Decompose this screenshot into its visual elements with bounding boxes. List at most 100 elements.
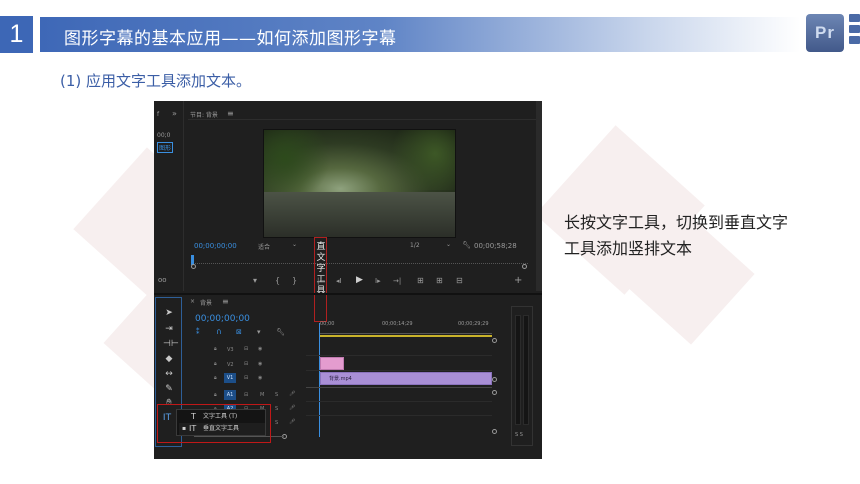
selection-tool-icon[interactable]: ➤ (163, 307, 175, 319)
ruler-label: 00;00 (320, 321, 335, 327)
vertical-text: 直文字工具 (316, 242, 326, 296)
track-lane-divider (306, 387, 492, 388)
timeline-scroll-handle[interactable] (492, 429, 497, 434)
video-preview[interactable] (263, 129, 456, 238)
work-area-bar[interactable] (320, 335, 492, 337)
video-ground (264, 192, 455, 237)
play-button[interactable]: ▶ (356, 275, 363, 285)
track-lane-divider (306, 415, 492, 416)
audio-meter-solo-label[interactable]: S S (515, 432, 523, 438)
left-panel-chevron-icon[interactable]: f (157, 111, 159, 118)
ripple-edit-tool-icon[interactable]: ⊣⊢ (163, 338, 179, 350)
ruler-label: 00;00;14;29 (382, 321, 413, 327)
timeline-close-icon[interactable]: × (190, 298, 195, 305)
sync-lock-icon[interactable]: ⊟ (244, 375, 248, 381)
timeline-scroll-handle[interactable] (492, 390, 497, 395)
premiere-logo-icon: Pr (806, 14, 844, 52)
video-clip[interactable]: 背景.mp4 (320, 372, 492, 385)
program-panel-title[interactable]: 节目: 背景 (190, 110, 218, 119)
mic-icon[interactable]: 🎤︎ (289, 391, 295, 397)
instruction-caption: 长按文字工具，切换到垂直文字工具添加竖排文本 (564, 213, 789, 258)
linked-selection-icon[interactable]: ⊠ (236, 328, 242, 336)
audio-meter-channel (515, 315, 521, 425)
mic-icon[interactable]: 🎤︎ (289, 419, 295, 425)
razor-tool-icon[interactable]: ◆ (163, 353, 175, 365)
resolution-chevron-icon[interactable]: ⌄ (446, 241, 451, 248)
slip-tool-icon[interactable]: ↔ (163, 368, 175, 380)
left-panel-code: 00;0 (157, 132, 171, 139)
lift-button[interactable]: ⊞ (417, 276, 424, 285)
step-subtitle: (1) 应用文字工具添加文本。 (60, 72, 252, 90)
solo-button[interactable]: S (275, 406, 278, 412)
extract-button[interactable]: ⊞ (436, 276, 443, 285)
scroll-handle-right[interactable] (522, 264, 527, 269)
link-icon[interactable]: oo (158, 276, 167, 284)
program-timecode[interactable]: 00;00;00;00 (194, 242, 237, 250)
go-to-in-button[interactable]: |← (317, 277, 325, 285)
add-button[interactable]: + (514, 275, 522, 286)
solo-button[interactable]: S (275, 392, 278, 398)
lower-divider (154, 293, 542, 295)
panel-menu-icon[interactable]: ≡ (227, 109, 234, 118)
snap-icon[interactable]: ∩ (216, 327, 222, 336)
step-forward-button[interactable]: I▸ (375, 277, 381, 285)
timeline-title[interactable]: 背景 (200, 298, 212, 307)
wrench-icon[interactable]: 🔧︎ (462, 241, 471, 249)
mark-in-button[interactable]: { (275, 276, 280, 285)
mark-out-button[interactable]: } (292, 276, 297, 285)
export-frame-button[interactable]: ⊟ (456, 276, 463, 285)
sync-lock-icon[interactable]: ⊟ (244, 392, 248, 398)
lock-icon[interactable]: 🔒︎ (214, 361, 217, 367)
left-panel-thumb[interactable]: 图形 (157, 142, 174, 153)
pen-tool-icon[interactable]: ✎ (163, 383, 175, 395)
decorative-stripes (849, 14, 860, 54)
lock-icon[interactable]: 🔒︎ (214, 375, 217, 381)
timeline-scroll-handle[interactable] (492, 377, 497, 382)
program-panel-border (188, 119, 536, 120)
resolution-dropdown[interactable]: 1/2 (410, 242, 420, 249)
right-panel-edge (536, 101, 542, 291)
nest-icon[interactable]: ⁑ (196, 328, 200, 336)
graphic-clip[interactable] (320, 357, 344, 370)
settings-wrench-icon[interactable]: 🔧︎ (276, 328, 285, 336)
lock-icon[interactable]: 🔒︎ (214, 392, 217, 398)
ruler-label: 00;00;29;29 (458, 321, 489, 327)
fit-dropdown[interactable]: 适合 (258, 242, 270, 251)
track-name: V3 (227, 347, 234, 353)
fit-dropdown-chevron-icon[interactable]: ⌄ (292, 241, 297, 248)
step-back-button[interactable]: ◂I (336, 277, 342, 285)
scrub-bar[interactable] (192, 258, 528, 264)
track-target-a1[interactable]: A1 (224, 390, 236, 400)
double-chevron-icon[interactable]: » (172, 109, 177, 118)
track-select-tool-icon[interactable]: ⇥ (163, 323, 175, 335)
track-lane-divider (306, 355, 492, 356)
highlight-box (157, 404, 271, 443)
lock-icon[interactable]: 🔒︎ (214, 346, 217, 352)
video-foliage (264, 130, 334, 200)
sync-lock-icon[interactable]: ⊟ (244, 346, 248, 352)
track-target-v1[interactable]: V1 (224, 373, 236, 383)
ruler-ticks[interactable] (320, 329, 492, 334)
left-panel (154, 101, 184, 291)
sync-lock-icon[interactable]: ⊟ (244, 361, 248, 367)
section-number: 1 (0, 16, 33, 53)
mic-icon[interactable]: 🎤︎ (289, 405, 295, 411)
timeline-timecode[interactable]: 00;00;00;00 (195, 314, 250, 324)
solo-button[interactable]: S (275, 420, 278, 426)
track-name: V2 (227, 362, 234, 368)
eye-icon[interactable]: ◉ (258, 346, 262, 352)
eye-icon[interactable]: ◉ (258, 361, 262, 367)
clip-label: 背景.mp4 (329, 376, 352, 382)
audio-meter-channel (523, 315, 529, 425)
premiere-screenshot: 00;0 图形 f oo » 节目: 背景 ≡ 直文字工具 00;00;00;0… (154, 101, 542, 459)
timeline-menu-icon[interactable]: ≡ (222, 297, 229, 306)
go-to-out-button[interactable]: →| (393, 277, 401, 285)
timeline-scroll-handle[interactable] (492, 338, 497, 343)
scroll-handle-left[interactable] (191, 264, 196, 269)
track-lane-divider (306, 401, 492, 402)
track-lane-divider (306, 370, 492, 371)
mute-button[interactable]: M (260, 392, 264, 398)
marker-button[interactable]: ▾ (253, 276, 257, 285)
eye-icon[interactable]: ◉ (258, 375, 262, 381)
add-marker-icon[interactable]: ▾ (257, 328, 261, 336)
